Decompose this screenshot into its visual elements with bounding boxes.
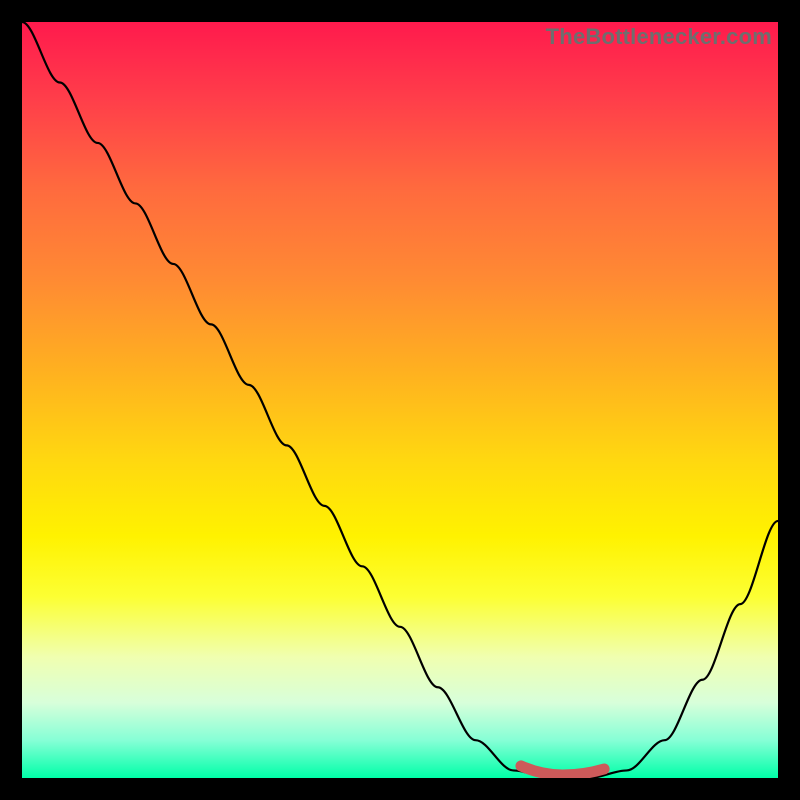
optimal-range-marker (22, 22, 778, 778)
chart-plot-area: TheBottlenecker.com (22, 22, 778, 778)
source-attribution: TheBottlenecker.com (546, 24, 772, 50)
